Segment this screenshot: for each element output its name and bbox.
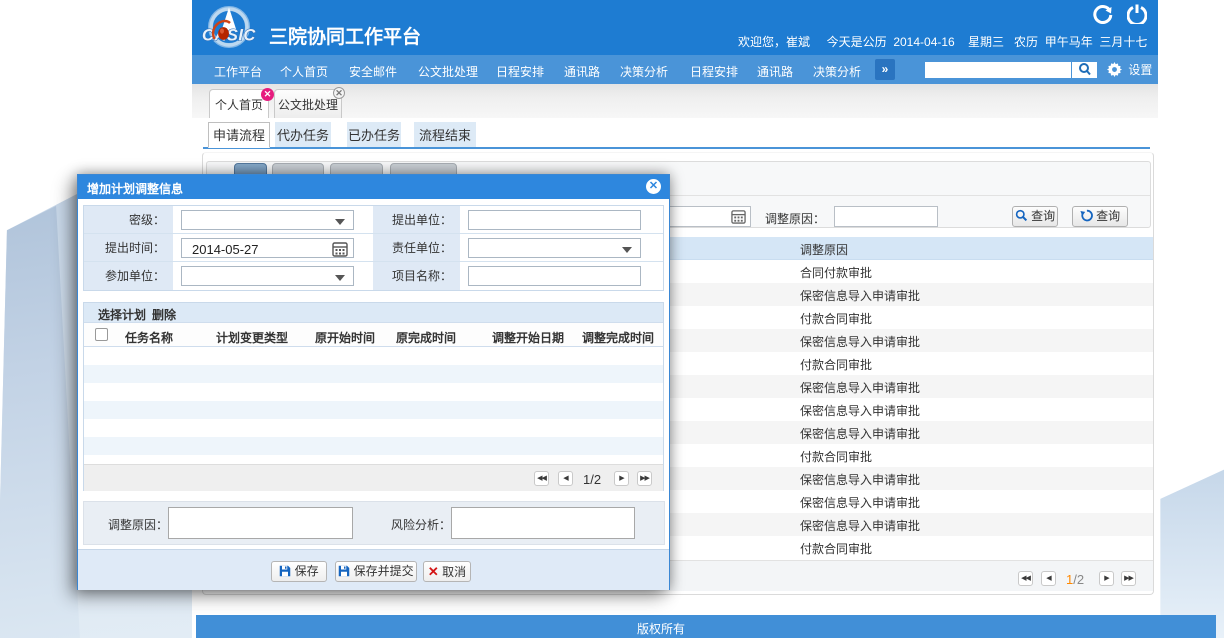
svg-text:CASIC: CASIC: [202, 27, 256, 45]
